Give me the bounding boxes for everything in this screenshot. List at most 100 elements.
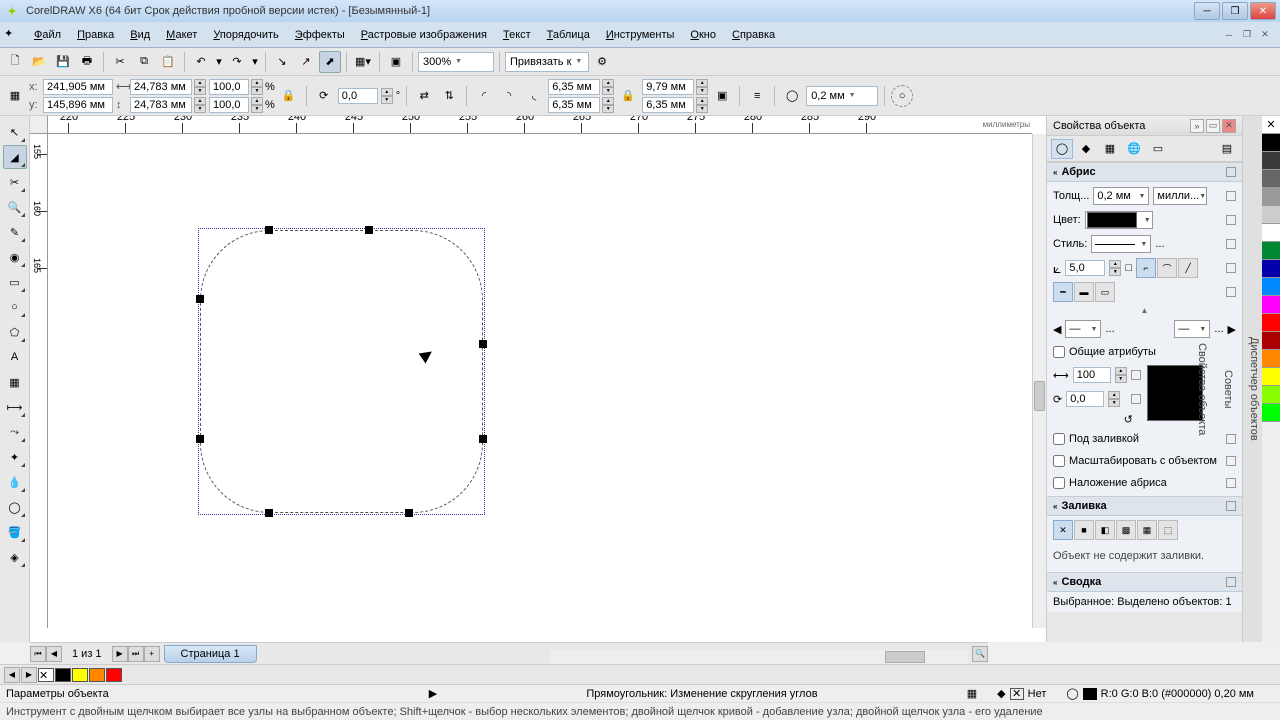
color-swatch[interactable] <box>1262 296 1280 314</box>
tab-outline[interactable]: ◯ <box>1051 139 1073 159</box>
color-swatch[interactable] <box>1262 152 1280 170</box>
zoom-combo[interactable]: 300% ▼ <box>418 52 494 72</box>
no-color-swatch[interactable]: ✕ <box>1262 116 1280 134</box>
ruler-vertical[interactable]: 155160165 <box>30 134 48 628</box>
new-button[interactable]: 🗋 <box>4 51 26 73</box>
import-button[interactable]: ↘ <box>271 51 293 73</box>
cap-round-button[interactable]: ▬ <box>1074 282 1094 302</box>
mdi-minimize-button[interactable]: ─ <box>1222 28 1236 42</box>
menu-справка[interactable]: Справка <box>724 25 783 45</box>
menu-таблица[interactable]: Таблица <box>539 25 598 45</box>
interactive-fill-tool[interactable]: ◈ <box>3 545 27 569</box>
menu-текст[interactable]: Текст <box>495 25 539 45</box>
connector-tool[interactable]: ⤳ <box>3 420 27 444</box>
stretch-input[interactable]: 100 <box>1073 367 1111 383</box>
corner-round-button[interactable]: ◜ <box>473 85 495 107</box>
calligraphy-reset-icon[interactable]: ↺ <box>1053 413 1141 426</box>
minimize-button[interactable]: ─ <box>1194 2 1220 20</box>
tab-internet[interactable]: 🌐 <box>1123 139 1145 159</box>
close-button[interactable]: ✕ <box>1250 2 1276 20</box>
panel-close-button[interactable]: ✕ <box>1222 119 1236 133</box>
tab-fill[interactable]: ◆ <box>1075 139 1097 159</box>
behind-fill-checkbox[interactable] <box>1053 433 1065 445</box>
color-swatch[interactable] <box>1262 188 1280 206</box>
arrow-end-combo[interactable]: —▼ <box>1174 320 1210 338</box>
tab-transparency[interactable]: ▦ <box>1099 139 1121 159</box>
arrow-end-more[interactable]: ... <box>1214 323 1223 335</box>
color-proof-icon[interactable]: ▦ <box>967 687 977 700</box>
redo-button[interactable]: ↷ <box>226 51 248 73</box>
add-page-button[interactable]: + <box>144 646 160 662</box>
corner-chamfer-button[interactable]: ◟ <box>523 85 545 107</box>
outline-indicator-icon[interactable]: ◯ <box>1066 687 1078 700</box>
dimension-tool[interactable]: ⟼ <box>3 395 27 419</box>
scale-x-input[interactable]: 100,0 <box>209 79 249 95</box>
fill-indicator-icon[interactable]: ◆ <box>997 687 1005 700</box>
docker-tab[interactable]: Свойства объекта <box>1194 339 1210 439</box>
nib-angle-input[interactable]: 0,0 <box>1066 391 1104 407</box>
rounded-rectangle-shape[interactable] <box>200 230 483 513</box>
ruler-horizontal[interactable]: 2202252302352402452502552602652702752802… <box>48 116 1032 134</box>
last-page-button[interactable]: ⏭ <box>128 646 144 662</box>
table-tool[interactable]: ▦ <box>3 370 27 394</box>
cut-button[interactable]: ✂ <box>109 51 131 73</box>
corner-h1-input[interactable]: 6,35 мм <box>548 97 600 113</box>
pattern-fill-button[interactable]: ▩ <box>1116 520 1136 540</box>
corner-miter-button[interactable]: ⌐ <box>1136 258 1156 278</box>
options-button[interactable]: ⚙ <box>591 51 613 73</box>
outline-units-combo[interactable]: милли...▼ <box>1153 187 1207 205</box>
panel-menu-button[interactable]: ▤ <box>1216 139 1238 159</box>
next-page-button[interactable]: ▶ <box>112 646 128 662</box>
freehand-tool[interactable]: ✎ <box>3 220 27 244</box>
copy-button[interactable]: ⧉ <box>133 51 155 73</box>
print-button[interactable]: 🖶 <box>76 51 98 73</box>
color-swatch[interactable] <box>1262 332 1280 350</box>
first-page-button[interactable]: ⏮ <box>30 646 46 662</box>
mirror-h-button[interactable]: ⇄ <box>413 85 435 107</box>
scale-with-checkbox[interactable] <box>1053 455 1065 467</box>
color-swatch[interactable] <box>1262 314 1280 332</box>
undo-dropdown[interactable]: ▾ <box>214 51 224 73</box>
color-swatch[interactable] <box>106 668 122 682</box>
panel-expand-button[interactable]: » <box>1190 119 1204 133</box>
menu-правка[interactable]: Правка <box>69 25 122 45</box>
outline-color-combo[interactable]: ▼ <box>1085 211 1153 229</box>
smart-fill-tool[interactable]: ◉ <box>3 245 27 269</box>
corner-bevel-button[interactable]: ╱ <box>1178 258 1198 278</box>
relative-corners-button[interactable]: ▣ <box>711 85 733 107</box>
interactive-tool[interactable]: ✦ <box>3 445 27 469</box>
menu-вид[interactable]: Вид <box>122 25 158 45</box>
text-tool[interactable]: A <box>3 345 27 369</box>
polygon-tool[interactable]: ⬠ <box>3 320 27 344</box>
no-color-swatch-bottom[interactable]: ✕ <box>38 668 54 682</box>
color-swatch[interactable] <box>1262 242 1280 260</box>
zoom-fit-button[interactable]: 🔍 <box>972 646 988 662</box>
publish-button[interactable]: ⬈ <box>319 51 341 73</box>
docker-tab[interactable]: Диспетчер объектов <box>1246 333 1262 445</box>
prev-page-button[interactable]: ◀ <box>46 646 62 662</box>
menu-упорядочить[interactable]: Упорядочить <box>205 25 286 45</box>
export-button[interactable]: ↗ <box>295 51 317 73</box>
x-input[interactable]: 241,905 мм <box>43 79 113 95</box>
cap-square-button[interactable]: ▭ <box>1095 282 1115 302</box>
undo-button[interactable]: ↶ <box>190 51 212 73</box>
redo-dropdown[interactable]: ▾ <box>250 51 260 73</box>
menu-окно[interactable]: Окно <box>682 25 724 45</box>
color-swatch[interactable] <box>1262 350 1280 368</box>
pick-tool[interactable]: ↖ <box>3 120 27 144</box>
lock-corners-button[interactable]: 🔒 <box>617 85 639 107</box>
color-swatch[interactable] <box>1262 404 1280 422</box>
lock-ratio-button[interactable]: 🔒 <box>278 85 300 107</box>
width-input[interactable]: 24,783 мм <box>130 79 192 95</box>
arrow-start-more[interactable]: ... <box>1105 323 1114 335</box>
color-swatch[interactable] <box>1262 206 1280 224</box>
color-swatch[interactable] <box>1262 170 1280 188</box>
corner-w1-input[interactable]: 6,35 мм <box>548 79 600 95</box>
arrow-start-combo[interactable]: —▼ <box>1065 320 1101 338</box>
section-summary-header[interactable]: «Сводка <box>1047 572 1242 592</box>
menu-макет[interactable]: Макет <box>158 25 205 45</box>
uniform-fill-button[interactable]: ■ <box>1074 520 1094 540</box>
fountain-fill-button[interactable]: ◧ <box>1095 520 1115 540</box>
paste-button[interactable]: 📋 <box>157 51 179 73</box>
launch-button[interactable]: ▣ <box>385 51 407 73</box>
